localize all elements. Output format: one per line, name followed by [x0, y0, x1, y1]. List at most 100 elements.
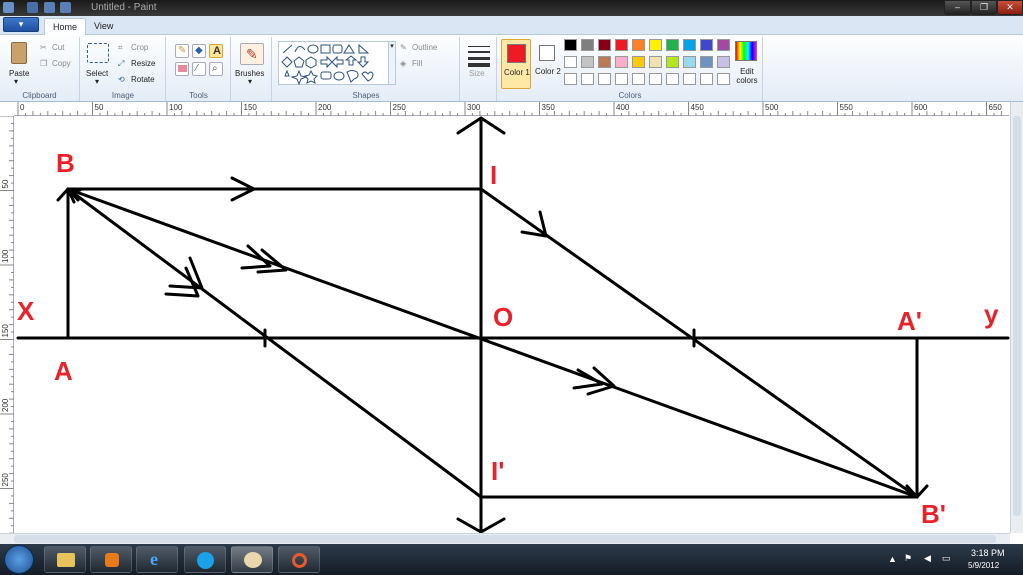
palette-swatch[interactable] [683, 39, 696, 51]
size-icon[interactable] [468, 44, 490, 67]
outline-button[interactable]: Outline [412, 43, 437, 52]
vertical-scrollbar[interactable] [1010, 102, 1023, 533]
ray-through-focus [66, 187, 483, 499]
palette-swatch[interactable] [598, 39, 611, 51]
magnifier-icon[interactable]: ⌕ [209, 62, 223, 76]
color1-button[interactable]: Color 1 [501, 39, 531, 89]
palette-swatch[interactable] [666, 73, 679, 85]
palette-swatch[interactable] [717, 56, 730, 68]
palette-swatch[interactable] [564, 39, 577, 51]
shapes-group: ▾ ✎ Outline ◈ Fill Shapes [273, 37, 460, 101]
palette-swatch[interactable] [632, 73, 645, 85]
palette-swatch[interactable] [666, 39, 679, 51]
volume-icon[interactable]: ◀ [924, 553, 931, 564]
palette-swatch[interactable] [717, 73, 730, 85]
ruler-label: 150 [244, 103, 258, 112]
pencil-icon[interactable]: ✎ [175, 44, 189, 58]
network-icon[interactable]: ▭ [942, 553, 951, 564]
fill-icon[interactable]: ◈ [400, 59, 406, 68]
palette-swatch[interactable] [615, 39, 628, 51]
action-center-icon[interactable]: ⚑ [904, 553, 912, 564]
palette-swatch[interactable] [632, 39, 645, 51]
palette-swatch[interactable] [598, 56, 611, 68]
tab-home[interactable]: Home [44, 18, 87, 35]
palette-swatch[interactable] [615, 73, 628, 85]
palette-swatch[interactable] [632, 56, 645, 68]
palette-swatch[interactable] [649, 39, 662, 51]
resize-button[interactable]: Resize [131, 59, 155, 68]
palette-swatch[interactable] [683, 56, 696, 68]
crop-icon[interactable]: ⌗ [118, 43, 123, 53]
windows-start-icon[interactable] [4, 545, 34, 574]
vertical-scroll-thumb[interactable] [1013, 116, 1021, 516]
ruler-label: 0 [20, 103, 25, 112]
color2-button[interactable]: Color 2 [535, 39, 563, 89]
resize-icon[interactable]: ⤢ [118, 59, 124, 69]
brushes-icon[interactable]: ✎ [240, 43, 264, 65]
ruler-label: 100 [1, 249, 10, 263]
drawing-canvas[interactable]: B A X I O A' y I' B' [14, 116, 1010, 533]
clock-time[interactable]: 3:18 PM [971, 548, 1005, 558]
horizontal-scroll-thumb[interactable] [14, 535, 996, 543]
internet-explorer-icon[interactable]: e [136, 546, 178, 573]
palette-swatch[interactable] [581, 56, 594, 68]
color-picker-icon[interactable]: ⁄ [192, 62, 206, 76]
shapes-gallery[interactable] [278, 41, 390, 86]
palette-swatch[interactable] [717, 39, 730, 51]
palette-swatch[interactable] [615, 56, 628, 68]
edit-colors-icon[interactable] [735, 41, 757, 61]
palette-swatch[interactable] [649, 73, 662, 85]
palette-swatch[interactable] [581, 73, 594, 85]
explorer-icon[interactable] [44, 546, 86, 573]
ruler-label: 200 [318, 103, 332, 112]
save-icon[interactable] [27, 2, 38, 13]
edit-colors-button[interactable]: Edit colors [735, 67, 759, 85]
paste-button[interactable]: Paste [9, 69, 29, 78]
ruler-label: 100 [169, 103, 183, 112]
select-icon[interactable] [87, 43, 109, 63]
palette-swatch[interactable] [666, 56, 679, 68]
cut-button[interactable]: Cut [52, 43, 64, 52]
copy-button[interactable]: Copy [52, 59, 71, 68]
rotate-button[interactable]: Rotate [131, 75, 155, 84]
redo-icon[interactable] [60, 2, 71, 13]
eraser-icon[interactable] [175, 62, 189, 76]
paste-icon[interactable] [11, 42, 27, 64]
taskbar: e ▲ ⚑ ◀ ▭ 3:18 PM 5/9/2012 [0, 544, 1023, 575]
palette-swatch[interactable] [564, 73, 577, 85]
close-button[interactable]: ✕ [997, 0, 1023, 15]
palette-swatch[interactable] [649, 56, 662, 68]
fill-bucket-icon[interactable]: ◆ [192, 44, 206, 58]
fill-button[interactable]: Fill [412, 59, 422, 68]
undo-icon[interactable] [44, 2, 55, 13]
palette-swatch[interactable] [598, 73, 611, 85]
skype-icon[interactable] [184, 546, 226, 573]
palette-swatch[interactable] [683, 73, 696, 85]
clock-date[interactable]: 5/9/2012 [968, 561, 999, 570]
rotate-icon[interactable]: ⟲ [118, 75, 125, 84]
palette-swatch[interactable] [581, 39, 594, 51]
minimize-button[interactable]: – [944, 0, 971, 15]
crop-button[interactable]: Crop [131, 43, 148, 52]
paint-app-icon[interactable] [3, 2, 14, 13]
palette-swatch[interactable] [700, 39, 713, 51]
palette-swatch[interactable] [564, 56, 577, 68]
media-player-icon[interactable] [90, 546, 132, 573]
horizontal-scrollbar[interactable] [0, 533, 1010, 544]
paint-icon[interactable] [231, 546, 273, 573]
copy-icon[interactable]: ❐ [40, 59, 47, 68]
outline-icon[interactable]: ✎ [400, 43, 407, 52]
text-tool-icon[interactable]: A [209, 44, 223, 58]
cut-icon[interactable]: ✂ [40, 43, 47, 52]
tab-view[interactable]: View [86, 18, 121, 35]
paint-menu-button[interactable]: ▾ [3, 17, 39, 32]
palette-swatch[interactable] [700, 73, 713, 85]
app-icon[interactable] [278, 546, 320, 573]
show-hidden-icons[interactable]: ▲ [888, 554, 897, 564]
image-group-label: Image [111, 91, 135, 100]
size-button[interactable]: Size [469, 69, 485, 78]
maximize-button[interactable]: ❐ [971, 0, 997, 15]
shapes-scroll[interactable]: ▾ [388, 41, 396, 85]
palette-swatch[interactable] [700, 56, 713, 68]
shapes-gallery-icons [281, 43, 374, 86]
